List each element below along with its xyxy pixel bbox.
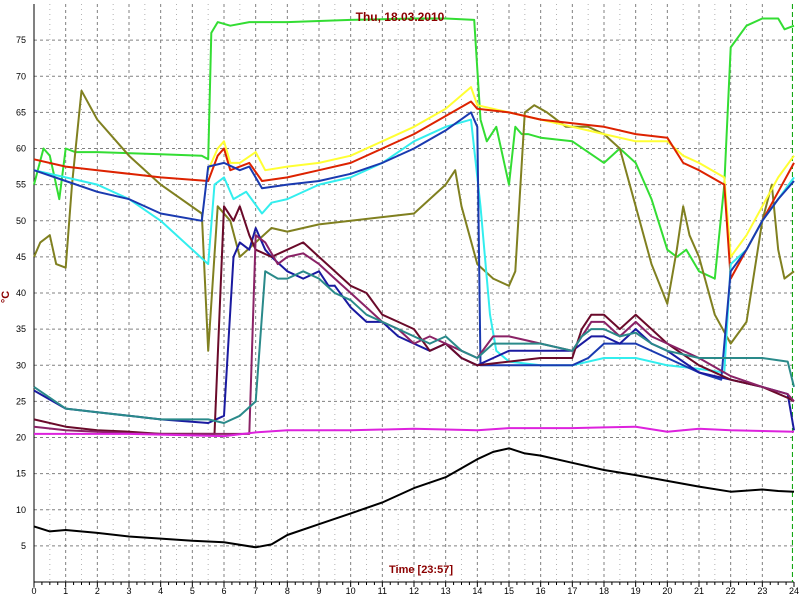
y-tick-label: 35 bbox=[16, 324, 26, 334]
x-tick-label: 8 bbox=[285, 586, 290, 596]
x-tick-label: 1 bbox=[63, 586, 68, 596]
x-tick-label: 12 bbox=[409, 586, 419, 596]
x-tick-label: 20 bbox=[662, 586, 672, 596]
x-tick-label: 18 bbox=[599, 586, 609, 596]
y-tick-label: 5 bbox=[21, 541, 26, 551]
chart: 5 10 15 20 25 30 35 40 45 50 55 60 65 70 75 0 1 2 3 4 5 6 7 8 9 1… bbox=[0, 0, 800, 600]
x-tick-label: 6 bbox=[221, 586, 226, 596]
x-tick-label: 19 bbox=[631, 586, 641, 596]
y-tick-label: 30 bbox=[16, 360, 26, 370]
x-tick-label: 22 bbox=[726, 586, 736, 596]
x-tick-label: 4 bbox=[158, 586, 163, 596]
x-tick-label: 9 bbox=[316, 586, 321, 596]
y-tick-label: 25 bbox=[16, 396, 26, 406]
y-tick-label: 50 bbox=[16, 216, 26, 226]
chart-title: Thu, 18.03.2010 bbox=[356, 10, 445, 24]
grid bbox=[34, 4, 794, 582]
x-tick-label: 2 bbox=[95, 586, 100, 596]
x-tick-label: 3 bbox=[126, 586, 131, 596]
x-tick-label: 7 bbox=[253, 586, 258, 596]
tick-labels: 510152025303540455055606570750 1 2 3 4 5 6 7 8 9 1… bbox=[16, 35, 799, 596]
y-tick-label: 55 bbox=[16, 180, 26, 190]
x-tick-label: 15 bbox=[504, 586, 514, 596]
y-tick-label: 45 bbox=[16, 252, 26, 262]
x-tick-label: 10 bbox=[346, 586, 356, 596]
line-chart: 510152025303540455055606570750 1 2 3 4 5 6 7 8 9 1… bbox=[0, 4, 799, 596]
x-tick-label: 11 bbox=[378, 586, 387, 596]
x-tick-label: 13 bbox=[441, 586, 451, 596]
y-tick-label: 40 bbox=[16, 288, 26, 298]
y-tick-label: 20 bbox=[16, 433, 26, 443]
x-tick-label: 23 bbox=[757, 586, 767, 596]
axes bbox=[33, 4, 795, 587]
x-tick-label: 17 bbox=[567, 586, 577, 596]
y-tick-label: 70 bbox=[16, 71, 26, 81]
y-tick-label: 75 bbox=[16, 35, 26, 45]
y-axis-label: °C bbox=[0, 291, 12, 303]
y-tick-label: 10 bbox=[16, 505, 26, 515]
x-tick-label: 16 bbox=[536, 586, 546, 596]
x-tick-label: 21 bbox=[694, 586, 704, 596]
y-tick-label: 65 bbox=[16, 107, 26, 117]
x-tick-label: 24 bbox=[789, 586, 799, 596]
x-tick-label: 14 bbox=[472, 586, 482, 596]
x-tick-label: 5 bbox=[190, 586, 195, 596]
y-tick-label: 15 bbox=[16, 469, 26, 479]
x-tick-label: 0 bbox=[31, 586, 36, 596]
y-tick-label: 60 bbox=[16, 144, 26, 154]
x-axis-label: Time [23:57] bbox=[389, 564, 453, 576]
